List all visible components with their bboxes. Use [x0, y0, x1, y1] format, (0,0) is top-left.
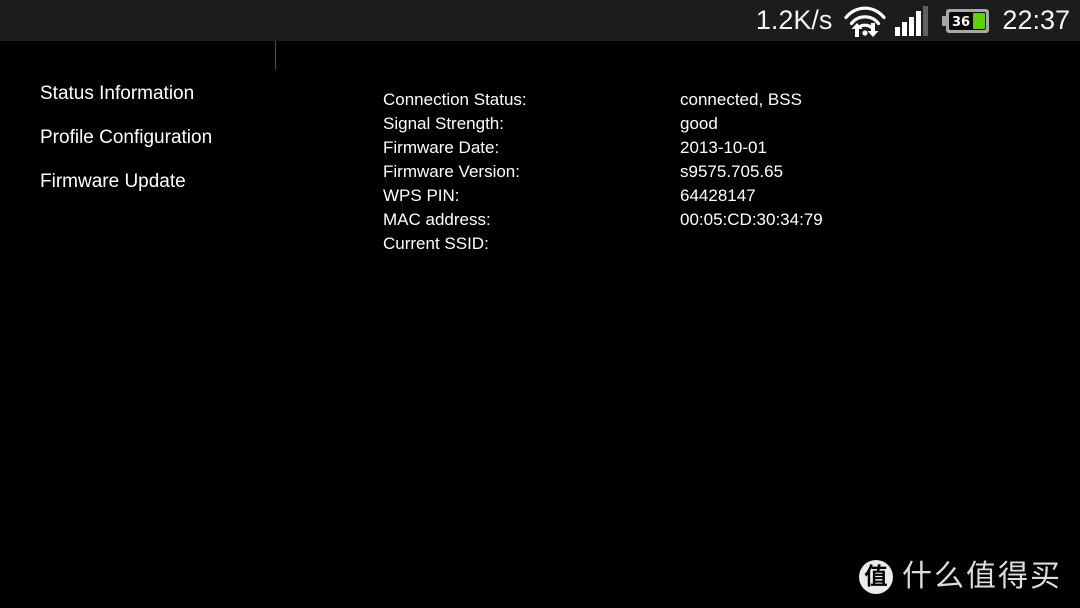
- info-row-wps-pin: WPS PIN: 64428147: [383, 184, 1003, 208]
- clock-text: 22:37: [1002, 5, 1070, 35]
- info-value-firmware-date: 2013-10-01: [680, 138, 767, 157]
- info-row-mac-address: MAC address: 00:05:CD:30:34:79: [383, 208, 1003, 232]
- info-value-firmware-version: s9575.705.65: [680, 162, 784, 181]
- info-value-wps-pin: 64428147: [680, 186, 756, 205]
- info-row-firmware-date: Firmware Date: 2013-10-01: [383, 136, 1003, 160]
- info-value-connection-status: connected, BSS: [680, 90, 802, 109]
- battery-icon: 36: [942, 8, 990, 34]
- info-label-signal-strength: Signal Strength:: [383, 114, 504, 133]
- info-label-connection-status: Connection Status:: [383, 90, 527, 109]
- sidebar-nav: Status Information Profile Configuration…: [40, 83, 270, 215]
- info-label-firmware-version: Firmware Version:: [383, 162, 520, 181]
- info-value-signal-strength: good: [680, 114, 718, 133]
- info-label-wps-pin: WPS PIN:: [383, 186, 460, 205]
- network-speed-text: 1.2K/s: [755, 5, 833, 35]
- app-content-area: Status Information Profile Configuration…: [0, 41, 1080, 608]
- sidebar-divider: [275, 41, 276, 70]
- sidebar-item-status-information[interactable]: Status Information: [40, 83, 270, 127]
- watermark-text: 什么值得买: [902, 559, 1062, 594]
- info-label-mac-address: MAC address:: [383, 210, 491, 229]
- info-label-firmware-date: Firmware Date:: [383, 138, 500, 157]
- battery-level-text: 36: [952, 15, 970, 30]
- sidebar-item-firmware-update[interactable]: Firmware Update: [40, 171, 270, 215]
- info-row-connection-status: Connection Status: connected, BSS: [383, 88, 1003, 112]
- watermark-logo-icon: 值: [859, 560, 893, 594]
- info-row-current-ssid: Current SSID:: [383, 232, 1003, 256]
- info-row-firmware-version: Firmware Version: s9575.705.65: [383, 160, 1003, 184]
- status-information-panel: Connection Status: connected, BSS Signal…: [383, 88, 1003, 256]
- sidebar-item-profile-configuration[interactable]: Profile Configuration: [40, 127, 270, 171]
- watermark: 值 什么值得买: [859, 560, 1062, 594]
- info-value-mac-address: 00:05:CD:30:34:79: [680, 210, 823, 229]
- cellular-signal-icon: [895, 5, 931, 36]
- android-status-bar: 1.2K/s 36 22:37: [0, 0, 1080, 41]
- wifi-with-transfer-arrows-icon: [842, 4, 888, 38]
- info-row-signal-strength: Signal Strength: good: [383, 112, 1003, 136]
- info-label-current-ssid: Current SSID:: [383, 234, 489, 253]
